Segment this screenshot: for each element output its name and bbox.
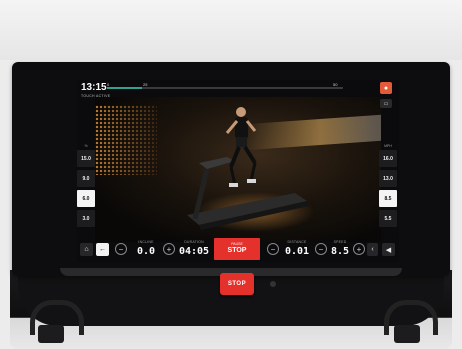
progress-marker: 50 — [333, 82, 338, 87]
incline-preset-button[interactable]: 15.0 — [77, 150, 95, 167]
incline-increase-button[interactable]: + — [163, 243, 175, 255]
incline-preset-button[interactable]: 9.0 — [77, 170, 95, 187]
speed-label: SPEED — [333, 240, 347, 244]
physical-stop-button[interactable]: STOP — [220, 273, 254, 295]
distance-metric: DISTANCE 0.01 — [281, 240, 313, 257]
incline-metric: INCLINE 0.0 — [131, 240, 161, 257]
incline-label: INCLINE — [138, 240, 154, 244]
speed-preset-label: MPH — [384, 144, 392, 148]
stop-button-sublabel: PAUSE — [231, 242, 243, 246]
incline-preset-panel: % 15.0 9.0 6.0 3.0 — [77, 142, 95, 230]
stop-button[interactable]: PAUSE STOP — [214, 238, 260, 260]
speaker-icon: ◀ — [385, 246, 392, 254]
home-button[interactable]: ⌂ — [80, 243, 93, 256]
incline-preset-button[interactable]: 3.0 — [77, 210, 95, 227]
speed-decrease-button[interactable]: − — [315, 243, 327, 255]
speed-decrease-button-left[interactable]: − — [267, 243, 279, 255]
back-arrow-icon: ← — [99, 246, 106, 253]
speed-metric: SPEED 8.5 — [329, 240, 351, 257]
screen-icon: ▭ — [383, 100, 389, 107]
speed-preset-button[interactable]: 13.0 — [379, 170, 397, 187]
speed-preset-button[interactable]: 8.5 — [379, 190, 397, 207]
duration-label: DURATION — [184, 240, 204, 244]
home-icon: ⌂ — [84, 246, 89, 253]
touch-screen: 13:15 TOUCH ACTIVE 0 25 50 ● ▭ % 15.0 9.… — [77, 80, 399, 262]
speed-value: 8.5 — [330, 246, 350, 257]
clock-time: 13:15 — [81, 82, 107, 93]
speed-preset-panel: MPH 16.0 13.0 8.5 5.5 — [379, 142, 397, 230]
incline-preset-button[interactable]: 6.0 — [77, 190, 95, 207]
back-button[interactable]: ← — [96, 243, 109, 256]
profile-button[interactable]: ● — [380, 82, 392, 94]
profile-icon: ● — [383, 84, 389, 92]
distance-label: DISTANCE — [287, 240, 307, 244]
chevron-left-icon: ‹ — [371, 246, 374, 253]
speed-increase-button[interactable]: + — [353, 243, 365, 255]
stop-button-label: STOP — [227, 247, 247, 254]
speed-preset-button[interactable]: 16.0 — [379, 150, 397, 167]
backdrop — [0, 0, 462, 60]
clock-subtitle: TOUCH ACTIVE — [81, 94, 111, 98]
incline-decrease-button[interactable]: − — [115, 243, 127, 255]
progress-marker: 0 — [107, 82, 110, 87]
collapse-button[interactable]: ‹ — [367, 243, 378, 256]
speed-preset-button[interactable]: 5.5 — [379, 210, 397, 227]
incline-value: 0.0 — [136, 246, 156, 257]
screen-mode-button[interactable]: ▭ — [380, 99, 392, 108]
runner-on-treadmill-image — [187, 107, 309, 230]
progress-marker: 25 — [143, 82, 148, 87]
left-handle-base — [38, 325, 64, 343]
bottom-control-bar: ⌂ ← − INCLINE 0.0 + DURATION 04:05 PAUSE… — [77, 238, 399, 262]
workout-progress-fill — [107, 87, 143, 89]
workout-video — [95, 97, 381, 242]
incline-preset-label: % — [84, 144, 88, 148]
console-knob[interactable] — [270, 281, 276, 287]
right-handle-base — [394, 325, 420, 343]
duration-value: 04:05 — [178, 246, 210, 257]
distance-value: 0.01 — [284, 246, 310, 257]
workout-progress-track — [107, 87, 343, 89]
volume-button[interactable]: ◀ — [382, 243, 395, 256]
duration-metric: DURATION 04:05 — [177, 240, 211, 257]
physical-stop-label: STOP — [227, 281, 247, 287]
